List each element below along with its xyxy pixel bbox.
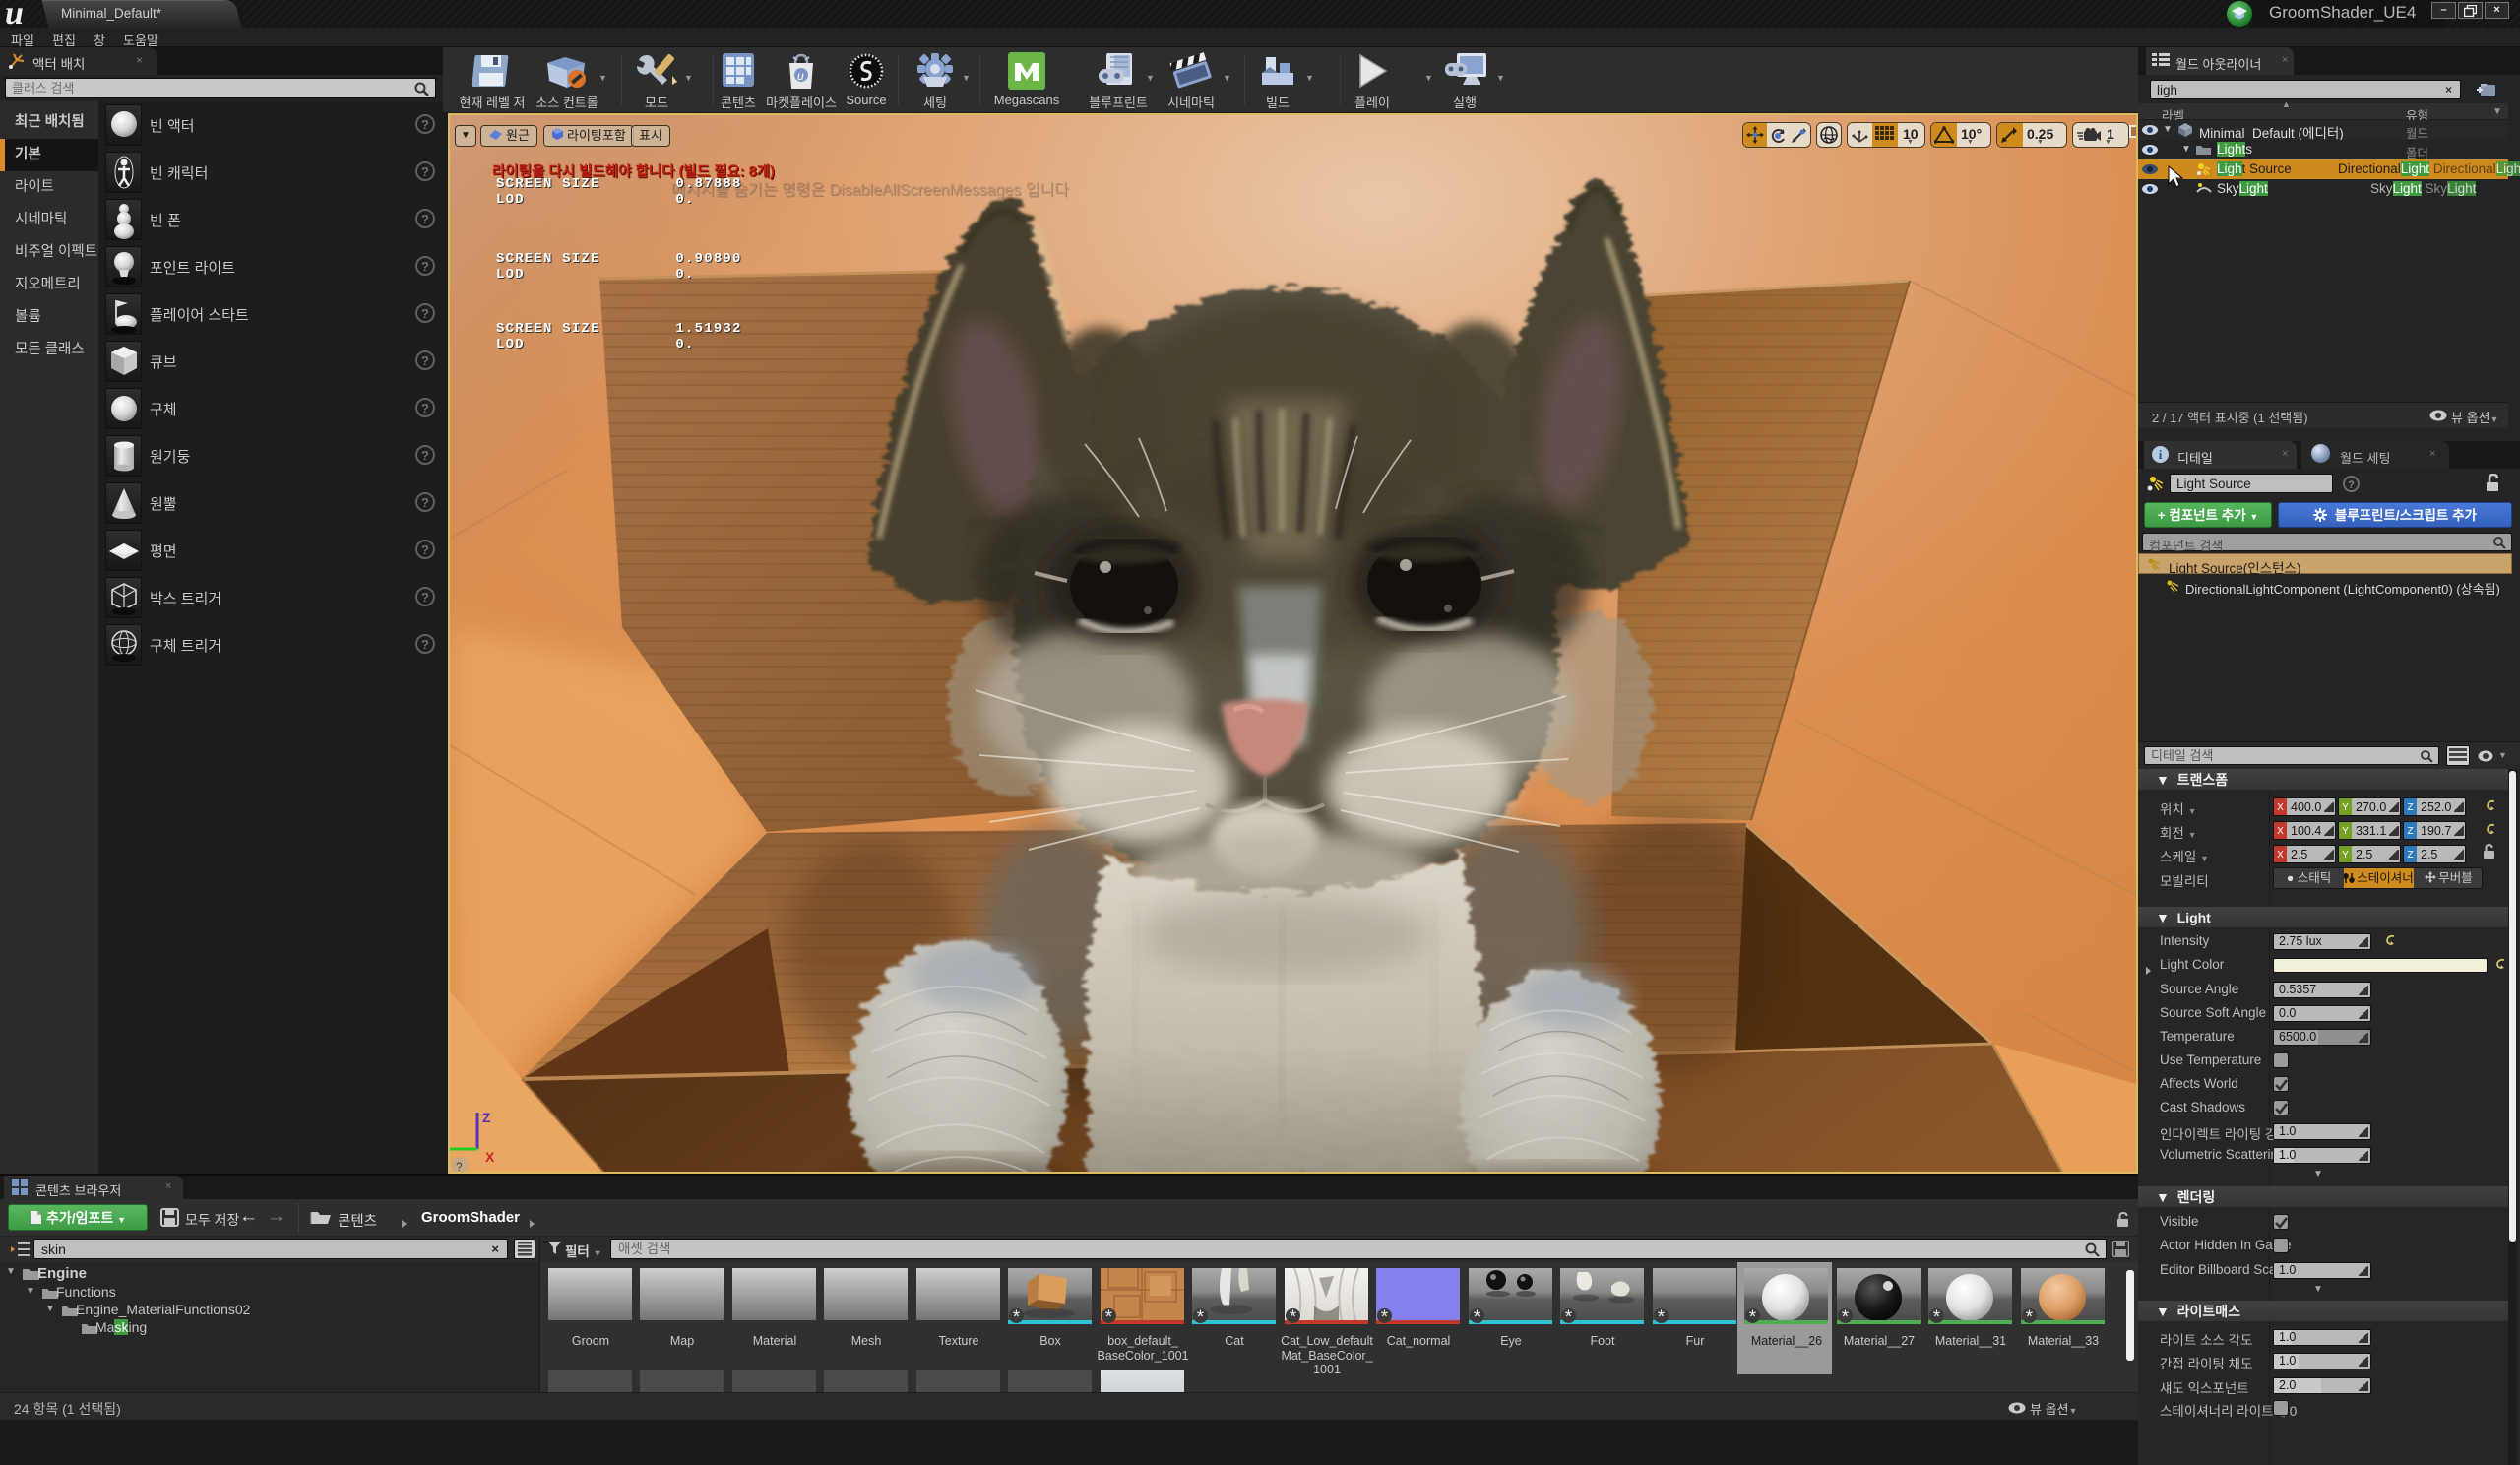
svg-text:X: X — [485, 1149, 495, 1165]
svg-text:u: u — [797, 69, 804, 83]
svg-text:Z: Z — [482, 1110, 491, 1125]
svg-text:?: ? — [456, 1160, 463, 1172]
